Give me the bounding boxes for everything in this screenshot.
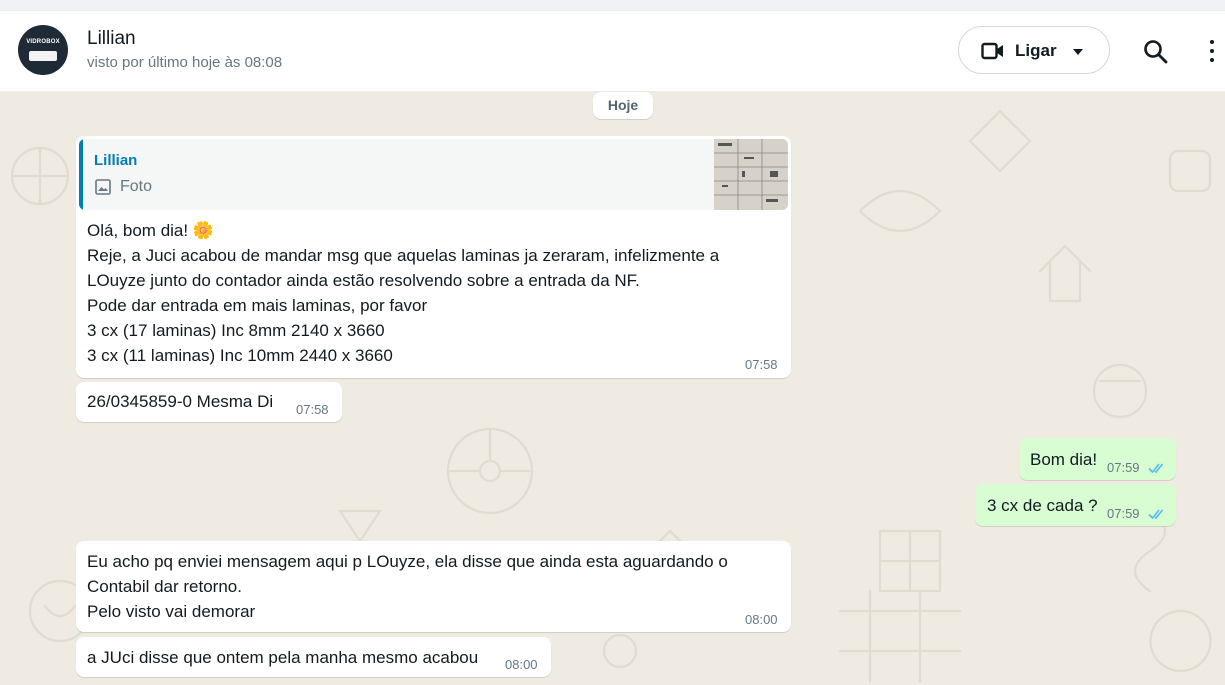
message-text-line: 3 cx (17 laminas) Inc 8mm 2140 x 3660 bbox=[87, 321, 385, 340]
message-bubble-incoming[interactable]: Eu acho pq enviei mensagem aqui p LOuyze… bbox=[76, 541, 791, 632]
chat-header: VIDROBOX Lillian visto por último hoje à… bbox=[0, 11, 1225, 91]
message-timestamp: 08:00 bbox=[505, 657, 538, 672]
message-text-line: LOuyze junto do contador ainda estão res… bbox=[87, 271, 640, 290]
message-bubble-outgoing[interactable]: Bom dia! 07:59 bbox=[1019, 438, 1176, 480]
contact-avatar[interactable]: VIDROBOX bbox=[18, 25, 68, 75]
window-top-strip bbox=[0, 0, 1225, 11]
message-timestamp: 07:59 bbox=[1107, 460, 1140, 475]
double-check-icon bbox=[1148, 463, 1164, 474]
search-icon[interactable] bbox=[1143, 39, 1169, 65]
message-bubble-outgoing[interactable]: 3 cx de cada ? 07:59 bbox=[975, 484, 1176, 526]
last-seen-status: visto por último hoje às 08:08 bbox=[87, 54, 283, 71]
double-check-icon bbox=[1148, 509, 1164, 520]
image-icon bbox=[95, 179, 111, 195]
message-text-line: Contabil dar retorno. bbox=[87, 577, 242, 596]
message-timestamp: 07:59 bbox=[1107, 506, 1140, 521]
message-timestamp: 07:58 bbox=[296, 402, 329, 417]
message-text-line: Bom dia! bbox=[1030, 450, 1098, 469]
chevron-down-icon[interactable] bbox=[1073, 49, 1083, 55]
quote-media-type: Foto bbox=[120, 178, 153, 195]
message-text-line: 26/0345859-0 Mesma Di bbox=[87, 392, 274, 411]
message-text-line: Eu acho pq enviei mensagem aqui p LOuyze… bbox=[87, 552, 728, 571]
call-button[interactable]: Ligar bbox=[958, 26, 1110, 74]
message-text-line: 3 cx de cada ? bbox=[987, 496, 1098, 515]
message-bubble-incoming[interactable]: Lillian Foto Olá, bom dia! 🌼 Reje, a Juc… bbox=[76, 136, 791, 378]
avatar-logo-badge bbox=[29, 51, 57, 61]
quoted-photo-thumbnail bbox=[714, 139, 788, 210]
quote-accent-bar bbox=[79, 139, 83, 210]
message-text-line: Reje, a Juci acabou de mandar msg que aq… bbox=[87, 246, 720, 265]
quoted-message[interactable]: Lillian Foto bbox=[79, 139, 788, 210]
call-button-label: Ligar bbox=[1015, 41, 1057, 60]
message-text-line: Pelo visto vai demorar bbox=[87, 602, 256, 621]
kebab-menu-icon[interactable] bbox=[1210, 40, 1216, 67]
day-separator: Hoje bbox=[593, 92, 653, 119]
video-camera-icon bbox=[981, 42, 1003, 60]
contact-name[interactable]: Lillian bbox=[87, 28, 136, 50]
message-text-line: 3 cx (11 laminas) Inc 10mm 2440 x 3660 bbox=[87, 346, 393, 365]
message-bubble-incoming[interactable]: 26/0345859-0 Mesma Di 07:58 bbox=[76, 382, 342, 422]
message-timestamp: 07:58 bbox=[745, 357, 778, 372]
message-text-line: Pode dar entrada em mais laminas, por fa… bbox=[87, 296, 428, 315]
message-text-line: a JUci disse que ontem pela manha mesmo … bbox=[87, 648, 479, 667]
message-timestamp: 08:00 bbox=[745, 612, 778, 627]
quote-author: Lillian bbox=[94, 152, 138, 169]
avatar-logo-text: VIDROBOX bbox=[26, 39, 60, 45]
message-text-line: Olá, bom dia! 🌼 bbox=[87, 221, 214, 240]
message-bubble-incoming[interactable]: a JUci disse que ontem pela manha mesmo … bbox=[76, 637, 551, 677]
